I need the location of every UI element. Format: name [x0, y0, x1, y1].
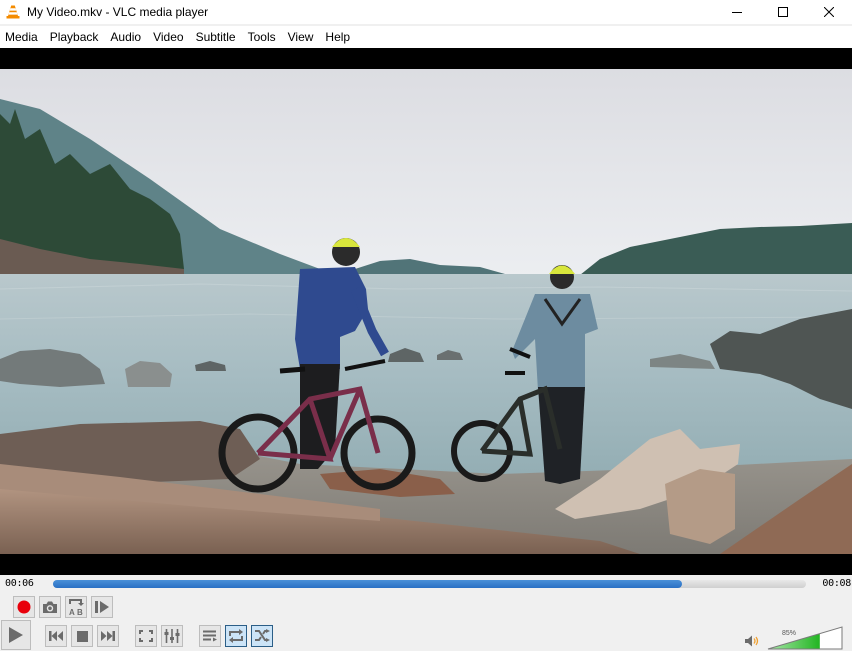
- next-icon: [101, 631, 115, 641]
- shuffle-icon: [255, 629, 270, 642]
- speaker-icon[interactable]: [745, 635, 761, 647]
- playlist-icon: [203, 630, 217, 642]
- video-display[interactable]: [0, 48, 852, 575]
- frame-step-icon: [95, 601, 109, 613]
- playlist-button[interactable]: [199, 625, 221, 647]
- camera-icon: [43, 601, 57, 613]
- random-button[interactable]: [251, 625, 273, 647]
- extended-settings-button[interactable]: [161, 625, 183, 647]
- minimize-icon: [732, 12, 742, 13]
- svg-text:A: A: [69, 608, 75, 616]
- fullscreen-button[interactable]: [135, 625, 157, 647]
- record-button[interactable]: [13, 596, 35, 618]
- loop-button[interactable]: [225, 625, 247, 647]
- window-controls: [714, 0, 852, 24]
- minimize-button[interactable]: [714, 0, 760, 24]
- elapsed-time: 00:06: [5, 578, 34, 589]
- total-time[interactable]: 00:08: [822, 578, 851, 589]
- menu-bar: Media Playback Audio Video Subtitle Tool…: [0, 26, 852, 48]
- close-button[interactable]: [806, 0, 852, 24]
- previous-icon: [49, 631, 63, 641]
- previous-button[interactable]: [45, 625, 67, 647]
- snapshot-button[interactable]: [39, 596, 61, 618]
- play-icon: [9, 627, 23, 643]
- vlc-cone-icon: [6, 5, 20, 19]
- close-icon: [824, 7, 834, 17]
- menu-playback[interactable]: Playback: [44, 26, 105, 48]
- play-button[interactable]: [1, 620, 31, 650]
- maximize-icon: [778, 7, 788, 17]
- title-bar: My Video.mkv - VLC media player: [0, 0, 852, 24]
- menu-tools[interactable]: Tools: [242, 26, 282, 48]
- window-title: My Video.mkv - VLC media player: [27, 5, 209, 19]
- maximize-button[interactable]: [760, 0, 806, 24]
- stop-button[interactable]: [71, 625, 93, 647]
- loop-ab-button[interactable]: A B: [65, 596, 87, 618]
- equalizer-icon: [164, 629, 180, 643]
- menu-view[interactable]: View: [282, 26, 320, 48]
- menu-video[interactable]: Video: [147, 26, 189, 48]
- frame-by-frame-button[interactable]: [91, 596, 113, 618]
- video-frame: [0, 69, 852, 554]
- menu-audio[interactable]: Audio: [104, 26, 147, 48]
- video-scene: [0, 69, 852, 554]
- volume-control: 85%: [745, 626, 850, 650]
- seek-bar-fill: [53, 580, 682, 588]
- stop-icon: [76, 630, 88, 642]
- vlc-window: My Video.mkv - VLC media player Media Pl…: [0, 0, 852, 651]
- svg-text:B: B: [77, 608, 83, 616]
- next-button[interactable]: [97, 625, 119, 647]
- menu-help[interactable]: Help: [319, 26, 356, 48]
- fullscreen-icon: [139, 630, 153, 642]
- ab-loop-icon: A B: [69, 599, 84, 616]
- menu-subtitle[interactable]: Subtitle: [190, 26, 242, 48]
- seek-bar[interactable]: [53, 580, 806, 588]
- seek-row: 00:06 00:08: [0, 575, 852, 593]
- menu-media[interactable]: Media: [0, 26, 44, 48]
- record-icon: [17, 600, 31, 614]
- volume-slider[interactable]: [767, 626, 843, 650]
- loop-icon: [229, 629, 243, 643]
